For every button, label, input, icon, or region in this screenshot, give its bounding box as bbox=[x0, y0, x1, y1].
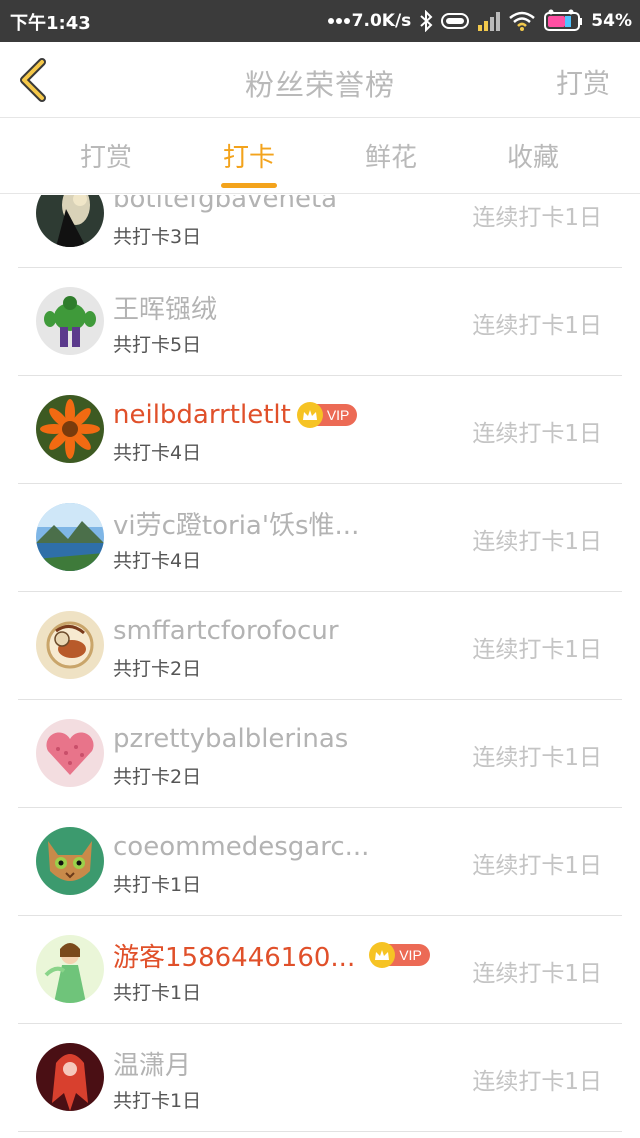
streak-days: 连续打卡1日 bbox=[472, 961, 602, 987]
streak-days: 连续打卡1日 bbox=[472, 529, 602, 555]
nav-header: 粉丝荣誉榜 打赏 bbox=[0, 42, 640, 118]
user-name: 温潇月 bbox=[113, 1050, 192, 1081]
list-item[interactable]: smffartcforofocur 共打卡2日 连续打卡1日 bbox=[18, 592, 622, 700]
vip-label: VIP bbox=[326, 407, 350, 423]
total-checkins: 共打卡3日 bbox=[113, 226, 202, 248]
status-icons: 7.0K/s 54% bbox=[327, 8, 632, 34]
vip-label: VIP bbox=[399, 947, 422, 963]
total-checkins: 共打卡2日 bbox=[113, 658, 202, 680]
avatar bbox=[36, 287, 104, 355]
dots-icon bbox=[327, 17, 350, 25]
list-item[interactable]: coeommedesgarc... 共打卡1日 连续打卡1日 bbox=[18, 808, 622, 916]
total-checkins: 共打卡2日 bbox=[113, 766, 202, 788]
tab-favorites[interactable]: 收藏 bbox=[473, 137, 593, 174]
streak-days: 连续打卡1日 bbox=[472, 1069, 602, 1095]
total-checkins: 共打卡1日 bbox=[113, 874, 202, 896]
page-title: 粉丝荣誉榜 bbox=[244, 68, 395, 102]
list-item[interactable]: pzrettybalblerinas 共打卡2日 连续打卡1日 bbox=[18, 700, 622, 808]
avatar bbox=[36, 935, 104, 1003]
vip-badge: VIP bbox=[296, 402, 358, 428]
battery-saver-icon bbox=[441, 12, 470, 30]
streak-days: 连续打卡1日 bbox=[472, 745, 602, 771]
signal-icon bbox=[477, 11, 501, 31]
total-checkins: 共打卡4日 bbox=[113, 442, 202, 464]
list-item[interactable]: 温潇月 共打卡1日 连续打卡1日 bbox=[18, 1024, 622, 1132]
crown-icon bbox=[369, 942, 396, 968]
user-name: coeommedesgarc... bbox=[113, 832, 370, 862]
status-time: 下午1:43 bbox=[10, 13, 91, 34]
avatar bbox=[36, 719, 104, 787]
avatar bbox=[36, 503, 104, 571]
wifi-icon bbox=[509, 11, 536, 31]
avatar bbox=[36, 611, 104, 679]
battery-level: 54% bbox=[591, 11, 632, 31]
status-bar: 下午1:43 7.0K/s 54% bbox=[0, 0, 640, 42]
list-item[interactable]: 王晖镪绒 共打卡5日 连续打卡1日 bbox=[18, 268, 622, 376]
network-speed: 7.0K/s bbox=[351, 11, 412, 31]
user-name: neilbdarrtletlt bbox=[113, 400, 291, 430]
user-name: smffartcforofocur bbox=[113, 616, 339, 646]
user-name: 游客1586446160... bbox=[113, 942, 356, 973]
tab-reward[interactable]: 打赏 bbox=[46, 137, 166, 174]
streak-days: 连续打卡1日 bbox=[472, 637, 602, 663]
avatar bbox=[36, 827, 104, 895]
total-checkins: 共打卡5日 bbox=[113, 334, 202, 356]
tab-checkin[interactable]: 打卡 bbox=[189, 137, 309, 174]
total-checkins: 共打卡1日 bbox=[113, 1090, 202, 1112]
reward-button[interactable]: 打赏 bbox=[556, 62, 610, 101]
tab-bar: 打赏 打卡 鲜花 收藏 bbox=[0, 119, 640, 194]
user-name: 王晖镪绒 bbox=[113, 294, 218, 325]
list-item[interactable]: 游客1586446160... VIP 共打卡1日 连续打卡1日 bbox=[18, 916, 622, 1024]
avatar bbox=[36, 395, 104, 463]
avatar bbox=[36, 195, 104, 247]
avatar bbox=[36, 1043, 104, 1111]
active-tab-indicator bbox=[221, 183, 277, 188]
battery-icon bbox=[543, 9, 583, 33]
streak-days: 连续打卡1日 bbox=[472, 853, 602, 879]
list-item[interactable]: vi劳c蹬toria'饫s惟... 共打卡4日 连续打卡1日 bbox=[18, 484, 622, 592]
vip-badge: VIP bbox=[369, 942, 430, 968]
streak-days: 连续打卡1日 bbox=[472, 421, 602, 447]
list-item[interactable]: neilbdarrtletlt VIP 共打卡4日 连续打卡1日 bbox=[18, 376, 622, 484]
list-item[interactable]: botltefgbaveneta 共打卡3日 连续打卡1日 bbox=[18, 195, 622, 268]
total-checkins: 共打卡4日 bbox=[113, 550, 202, 572]
total-checkins: 共打卡1日 bbox=[113, 982, 202, 1004]
crown-icon bbox=[296, 402, 323, 428]
ranking-list[interactable]: botltefgbaveneta 共打卡3日 连续打卡1日 王晖镪绒 共打卡5日… bbox=[0, 195, 640, 1138]
user-name: vi劳c蹬toria'饫s惟... bbox=[113, 510, 360, 541]
streak-days: 连续打卡1日 bbox=[472, 205, 602, 231]
user-name: pzrettybalblerinas bbox=[113, 724, 349, 754]
streak-days: 连续打卡1日 bbox=[472, 313, 602, 339]
tab-flowers[interactable]: 鲜花 bbox=[331, 137, 451, 174]
user-name: botltefgbaveneta bbox=[113, 195, 338, 214]
bluetooth-icon bbox=[419, 10, 433, 32]
